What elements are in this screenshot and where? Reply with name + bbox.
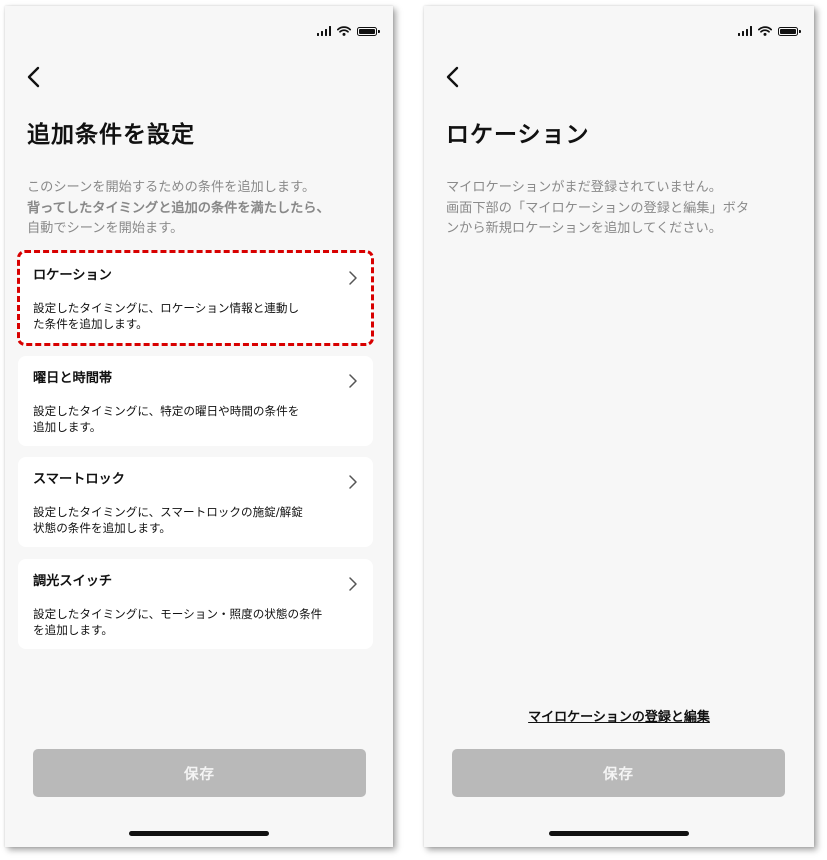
page-title: ロケーション: [446, 122, 590, 148]
wifi-icon: [758, 26, 772, 36]
chevron-right-icon: [349, 475, 357, 489]
intro-text: このシーンを開始するための条件を追加します。 背ってしたタイミングと追加の条件を…: [27, 178, 372, 240]
card-title: ロケーション: [33, 268, 112, 283]
wifi-icon: [337, 26, 351, 36]
message-line: マイロケーションがまだ登録されていません。: [446, 180, 722, 195]
card-description: 設定したタイミングに、モーション・照度の状態の条件 を追加します。: [33, 607, 323, 637]
right-screen: ロケーション マイロケーションがまだ登録されていません。 画面下部の「マイロケー…: [424, 6, 814, 847]
condition-card-location[interactable]: ロケーション 設定したタイミングに、ロケーション情報と連動し た条件を追加します…: [18, 253, 373, 343]
page-title: 追加条件を設定: [27, 122, 195, 148]
condition-card-weekday-time[interactable]: 曜日と時間帯 設定したタイミングに、特定の曜日や時間の条件を 追加します。: [18, 356, 373, 446]
card-title: 調光スイッチ: [33, 574, 113, 589]
card-title: 曜日と時間帯: [33, 371, 113, 386]
intro-line: このシーンを開始するための条件を追加します。: [27, 180, 316, 195]
register-edit-location-link[interactable]: マイロケーションの登録と編集: [424, 706, 814, 725]
intro-bold-line: 背ってしたタイミングと追加の条件を満たしたら、: [27, 200, 330, 216]
card-description: 設定したタイミングに、スマートロックの施錠/解錠 状態の条件を追加します。: [33, 505, 303, 535]
chevron-right-icon: [349, 271, 357, 285]
save-button[interactable]: 保存: [33, 749, 366, 797]
battery-icon: [357, 26, 380, 36]
chevron-right-icon: [349, 577, 357, 591]
status-bar: [737, 26, 801, 36]
back-arrow-icon[interactable]: [439, 63, 467, 91]
message-line: ンから新規ロケーションを追加してください。: [446, 221, 722, 236]
signal-icon: [737, 26, 752, 36]
condition-card-dimmer-switch[interactable]: 調光スイッチ 設定したタイミングに、モーション・照度の状態の条件 を追加します。: [18, 559, 373, 649]
message-line: 画面下部の「マイロケーションの登録と編集」ボタ: [446, 200, 750, 216]
battery-icon: [778, 26, 801, 36]
card-title: スマートロック: [33, 472, 125, 487]
home-indicator[interactable]: [549, 831, 689, 836]
condition-card-smart-lock[interactable]: スマートロック 設定したタイミングに、スマートロックの施錠/解錠 状態の条件を追…: [18, 457, 373, 547]
chevron-right-icon: [349, 374, 357, 388]
empty-state-message: マイロケーションがまだ登録されていません。 画面下部の「マイロケーションの登録と…: [446, 178, 796, 240]
home-indicator[interactable]: [129, 831, 269, 836]
back-arrow-icon[interactable]: [20, 63, 48, 91]
card-description: 設定したタイミングに、特定の曜日や時間の条件を 追加します。: [33, 404, 300, 434]
intro-line: 自動でシーンを開始ます。: [27, 221, 184, 236]
signal-icon: [316, 26, 331, 36]
card-description: 設定したタイミングに、ロケーション情報と連動し た条件を追加します。: [33, 301, 300, 331]
left-screen: 追加条件を設定 このシーンを開始するための条件を追加します。 背ってしたタイミン…: [5, 6, 393, 847]
save-button[interactable]: 保存: [452, 749, 785, 797]
status-bar: [316, 26, 380, 36]
